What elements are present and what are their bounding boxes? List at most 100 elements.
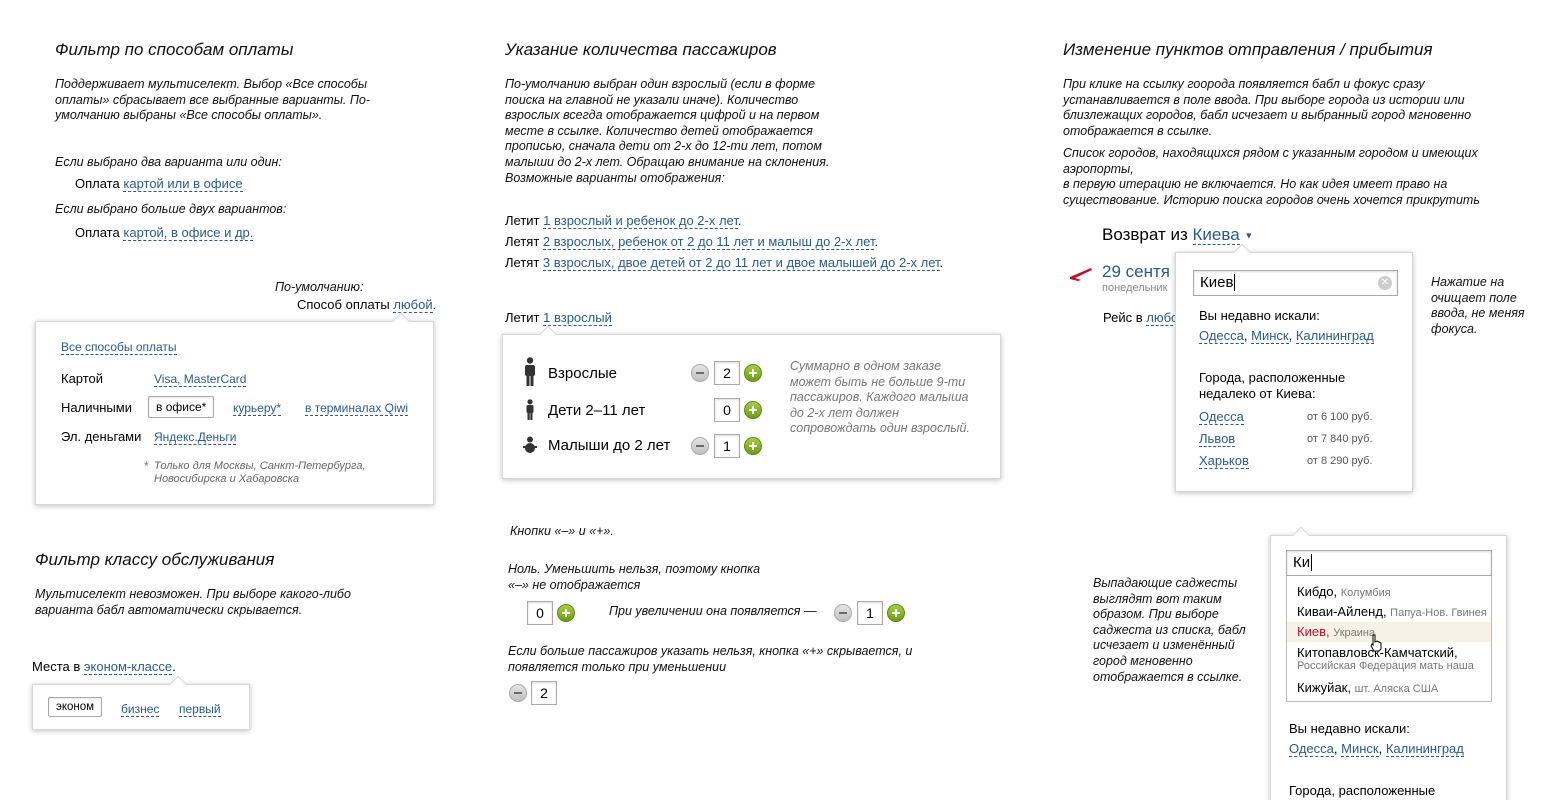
payment-emoney-link[interactable]: Яндекс.Деньги	[154, 430, 237, 445]
infants-plus-button[interactable]	[744, 437, 762, 455]
payment-default-prefix: Способ оплаты	[297, 297, 390, 312]
payment-default-link[interactable]: любой	[393, 297, 433, 313]
payment-cash-courier-link[interactable]: курьеру*	[233, 401, 282, 416]
max-example-minus-button[interactable]	[509, 684, 527, 702]
class-option-business-link[interactable]: бизнес	[121, 702, 160, 717]
cities-title: Изменение пунктов отправления / прибытия	[1063, 40, 1433, 59]
payment-example-1: Оплата картой или в офисе	[75, 176, 243, 192]
buttons-note: Кнопки «–» и «+».	[510, 524, 614, 538]
hand-cursor-icon	[1370, 634, 1382, 652]
suggest-item[interactable]: Кибдо, Колумбия	[1297, 584, 1391, 599]
payment-all-link[interactable]: Все способы оплаты	[61, 340, 177, 355]
adults-minus-button[interactable]	[691, 364, 709, 382]
city-input-value: Киев	[1200, 274, 1234, 291]
increase-note: При увеличении она появляется —	[609, 604, 817, 618]
passengers-current-line: Летит 1 взрослый	[505, 310, 612, 326]
adults-label: Взрослые	[548, 365, 617, 382]
class-filter-link[interactable]: эконом-классе	[83, 659, 173, 675]
payment-cash-courier: курьеру*	[233, 401, 282, 416]
payment-all-option: Все способы оплаты	[61, 340, 177, 355]
payment-default-note: По-умолчанию:	[275, 280, 364, 294]
class-option-first-link[interactable]: первый	[179, 702, 221, 717]
payment-default-line: Способ оплаты любой.	[297, 297, 436, 313]
passengers-example-1: Летит 1 взрослый и ребенок до 2-х лет.	[505, 213, 742, 229]
suggest-recent-city-link[interactable]: Калининград	[1385, 741, 1464, 757]
payment-card-option: Visa, MasterCard	[154, 372, 247, 387]
passengers-example-3-prefix: Летят	[505, 255, 540, 270]
flight-link[interactable]: любо	[1146, 310, 1179, 326]
class-filter-description: Мультиселект невозможен. При выборе како…	[35, 587, 351, 617]
suggest-recent-list: Одесса, Минск, Калининград	[1289, 741, 1464, 757]
payment-filter-description: Поддерживает мультиселект. Выбор «Все сп…	[55, 77, 371, 123]
max-example-count[interactable]: 2	[531, 681, 557, 705]
payment-example-2: Оплата картой, в офисе и др.	[75, 225, 254, 241]
near-city-3: Харьков	[1199, 453, 1249, 469]
class-option-economy[interactable]: эконом	[48, 697, 103, 717]
payment-cash-office-button[interactable]: в офисе*	[148, 396, 215, 418]
recent-city-link[interactable]: Одесса	[1199, 328, 1244, 344]
return-city-link[interactable]: Киева	[1192, 225, 1240, 245]
city-input[interactable]: Киев	[1193, 270, 1398, 296]
flight-date[interactable]: 29 сентя	[1102, 262, 1170, 282]
payment-bubble: Все способы оплаты Картой Visa, MasterCa…	[35, 312, 434, 505]
class-option-business: бизнес	[121, 702, 160, 717]
passengers-example-2-suffix: .	[874, 234, 879, 249]
suggest-recent-city-link[interactable]: Одесса	[1289, 741, 1334, 757]
passengers-example-3-suffix: .	[939, 255, 944, 270]
suggest-country: Российская Федерация мать наша	[1297, 660, 1474, 672]
recent-city-link[interactable]: Минск	[1251, 328, 1289, 344]
cities-description-1: При клике на ссылку гоорода появляется б…	[1063, 77, 1472, 138]
increase-example-count[interactable]: 1	[857, 601, 883, 625]
zero-example-plus-button[interactable]	[557, 604, 575, 622]
infants-count[interactable]: 1	[714, 434, 740, 458]
passengers-example-1-link[interactable]: 1 взрослый и ребенок до 2-х лет	[543, 213, 738, 229]
children-count[interactable]: 0	[714, 398, 740, 422]
passengers-current-link[interactable]: 1 взрослый	[543, 310, 612, 326]
adults-count[interactable]: 2	[714, 361, 740, 385]
near-city-link[interactable]: Львов	[1199, 431, 1236, 447]
infants-label: Малыши до 2 лет	[548, 437, 671, 454]
suggest-country: Папуа-Нов. Гвинея	[1390, 607, 1487, 619]
suggest-input-value: Ки	[1293, 554, 1311, 571]
passengers-bubble-pointer	[539, 325, 557, 343]
payment-example-1-link[interactable]: картой или в офисе	[123, 176, 243, 192]
infants-minus-button[interactable]	[691, 437, 709, 455]
children-plus-button[interactable]	[744, 401, 762, 419]
passengers-description: По-умолчанию выбран один взрослый (если …	[505, 77, 830, 185]
near-city-link[interactable]: Одесса	[1199, 409, 1244, 425]
near-city-1: Одесса	[1199, 409, 1244, 425]
adults-plus-button[interactable]	[744, 364, 762, 382]
max-note: Если больше пассажиров указать нельзя, к…	[508, 644, 913, 674]
passengers-example-3: Летят 3 взрослых, двое детей от 2 до 11 …	[505, 255, 944, 271]
suggest-input[interactable]: Ки	[1286, 550, 1492, 576]
suggest-item-highlighted[interactable]: Киев, Украина	[1287, 622, 1491, 642]
payment-cash-qiwi-link[interactable]: в терминалах Qiwi	[305, 401, 409, 416]
passengers-current-prefix: Летит	[505, 310, 540, 325]
passengers-example-3-link[interactable]: 3 взрослых, двое детей от 2 до 11 лет и …	[542, 255, 940, 271]
clear-note: Нажатие на очищает поле ввода, не меняя …	[1431, 275, 1525, 336]
suggest-item[interactable]: Киваи-Айленд, Папуа-Нов. Гвинея	[1297, 604, 1487, 619]
increase-example-minus-button[interactable]	[834, 604, 852, 622]
recent-city-link[interactable]: Калининград	[1295, 328, 1374, 344]
payment-footnote: Только для Москвы, Санкт-Петербурга, Нов…	[154, 460, 366, 485]
adult-icon	[525, 357, 535, 386]
near-city-price: от 8 290 руб.	[1307, 455, 1373, 467]
class-filter-title: Фильтр классу обслуживания	[35, 550, 275, 569]
flight-line: Рейс в любо	[1103, 310, 1179, 326]
zero-example-count[interactable]: 0	[527, 601, 553, 625]
near-city-price: от 7 840 руб.	[1307, 433, 1373, 445]
chevron-down-icon[interactable]: ▼	[1244, 231, 1253, 241]
clear-icon[interactable]: ✕	[1378, 276, 1392, 290]
passengers-example-2-link[interactable]: 2 взрослых, ребенок от 2 до 11 лет и мал…	[542, 234, 875, 250]
suggest-city: Кижуйак	[1297, 680, 1348, 695]
payment-card-link[interactable]: Visa, MasterCard	[154, 372, 247, 387]
suggest-recent-city-link[interactable]: Минск	[1341, 741, 1379, 757]
suggest-country: Колумбия	[1340, 587, 1391, 599]
suggest-recent-label: Вы недавно искали:	[1289, 721, 1410, 736]
suggest-item[interactable]: Кижуйак, шт. Аляска США	[1297, 680, 1438, 695]
payment-example-2-link[interactable]: картой, в офисе и др.	[123, 225, 254, 241]
increase-example-plus-button[interactable]	[887, 604, 905, 622]
payment-filter-title: Фильтр по способам оплаты	[55, 40, 294, 59]
near-city-link[interactable]: Харьков	[1199, 453, 1249, 469]
suggest-item[interactable]: Китопавловск-Камчатский, Российская Феде…	[1297, 645, 1474, 672]
